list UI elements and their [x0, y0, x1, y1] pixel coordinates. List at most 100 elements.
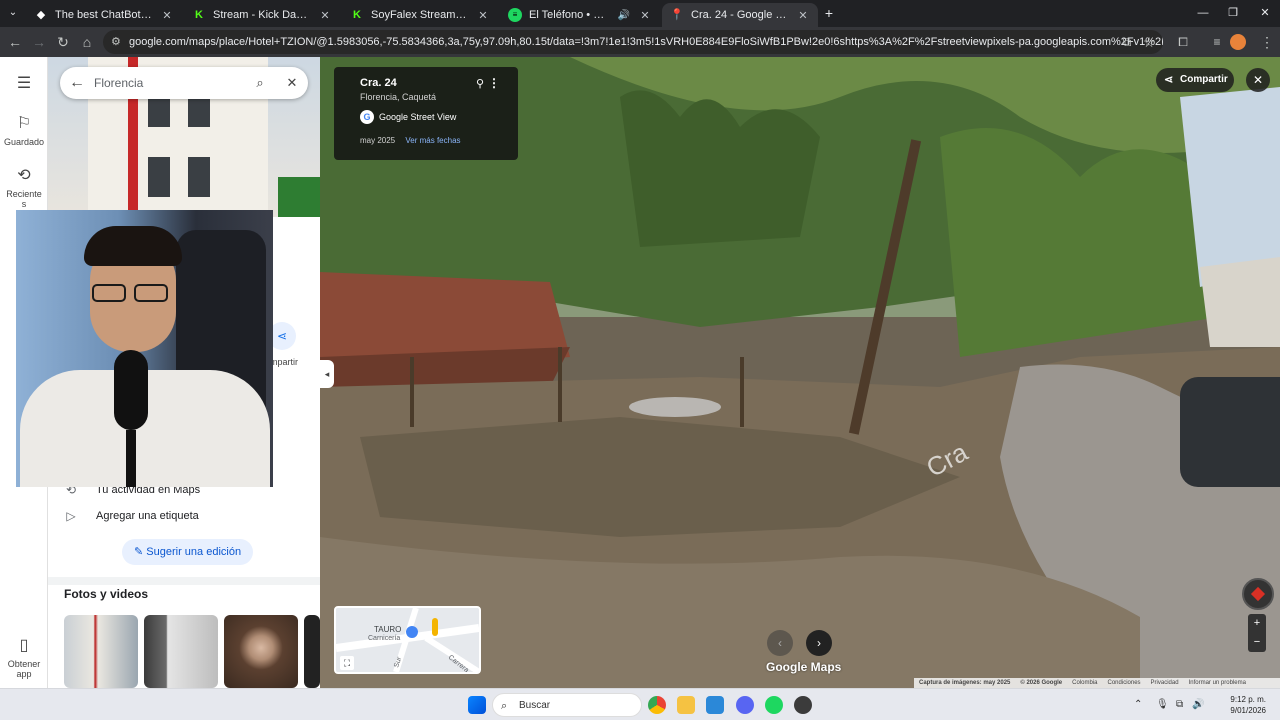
clear-icon[interactable]: ✕: [276, 75, 308, 91]
report-link[interactable]: Informar un problema: [1189, 680, 1246, 686]
spotify-icon[interactable]: [765, 696, 783, 714]
label-icon: ▷: [66, 509, 76, 523]
browser-tab[interactable]: K SoyFalex Stream - Watch Live o ✕: [342, 3, 498, 27]
discord-icon[interactable]: [736, 696, 754, 714]
speaker-icon[interactable]: 🔊: [617, 10, 631, 21]
share-button-label: Compartir: [1180, 74, 1228, 85]
forward-icon[interactable]: →: [28, 31, 50, 53]
zoom-out-button[interactable]: −: [1248, 633, 1266, 652]
minimap[interactable]: TAURO Carnicería Sur Carrera ⛶: [334, 606, 481, 674]
webcam-overlay: [16, 210, 273, 487]
browser-tab-strip: ⌄ ◆ The best ChatBot and Widgets ✕ K Str…: [0, 0, 1280, 27]
maps-search-box[interactable]: ← Florencia ⌕ ✕: [60, 67, 308, 99]
extensions-icon[interactable]: ⧠: [1172, 31, 1194, 53]
maps-pin-icon: 📍: [670, 9, 684, 21]
windows-start-icon[interactable]: [468, 696, 486, 714]
reading-list-icon[interactable]: ≡: [1206, 31, 1228, 53]
close-tab-icon[interactable]: ✕: [476, 9, 490, 22]
add-label-row[interactable]: ▷ Agregar una etiqueta: [64, 509, 199, 523]
country-link[interactable]: Colombia: [1072, 680, 1097, 686]
compass-icon[interactable]: [1242, 578, 1274, 610]
close-tab-icon[interactable]: ✕: [638, 9, 652, 22]
system-clock[interactable]: 9:12 p. m. 9/01/2026: [1210, 694, 1266, 716]
search-icon[interactable]: ⌕: [244, 75, 276, 91]
minimap-label: Carnicería: [368, 635, 400, 642]
volume-icon[interactable]: 🔊: [1192, 699, 1204, 710]
rail-recent[interactable]: ⟲ Reciente s: [0, 165, 48, 209]
search-icon: ⌕: [501, 700, 508, 712]
next-arrow-button[interactable]: ›: [806, 630, 832, 656]
share-icon: ⋖: [1164, 74, 1174, 86]
collapse-panel-button[interactable]: ◂: [320, 360, 334, 388]
suggest-edit-button[interactable]: ✎ Sugerir una edición: [122, 539, 254, 565]
more-dates-link[interactable]: Ver más fechas: [405, 136, 460, 145]
google-logo-icon: G: [360, 110, 374, 124]
zoom-in-button[interactable]: +: [1248, 614, 1266, 633]
tab-title: Cra. 24 - Google Maps: [691, 9, 789, 21]
tab-title: Stream - Kick Dashboard: [213, 9, 311, 21]
file-explorer-icon[interactable]: [677, 696, 695, 714]
tab-title: SoyFalex Stream - Watch Live o: [371, 9, 469, 21]
address-bar[interactable]: ⚙ google.com/maps/place/Hotel+TZION/@1.5…: [103, 30, 1163, 54]
install-app-icon[interactable]: ⧉: [1116, 31, 1138, 53]
rail-recent-label-2: s: [21, 199, 27, 209]
browser-tab[interactable]: K Stream - Kick Dashboard ✕: [184, 3, 340, 27]
taskbar-search-placeholder: Buscar: [519, 700, 551, 711]
fullscreen-icon[interactable]: ⛶: [340, 656, 354, 670]
browser-tab[interactable]: ≡ El Teléfono • Héctor "El Fath 🔊 ✕: [500, 3, 660, 27]
rail-saved[interactable]: ⚐ Guardado: [0, 113, 48, 147]
store-icon[interactable]: [706, 696, 724, 714]
photo-thumbnail[interactable]: [304, 615, 320, 688]
new-tab-button[interactable]: +: [818, 2, 840, 24]
close-tab-icon[interactable]: ✕: [160, 9, 174, 22]
close-street-view-button[interactable]: ✕: [1246, 68, 1270, 92]
pencil-icon: ✎: [134, 546, 144, 558]
close-tab-icon[interactable]: ✕: [796, 9, 810, 22]
browser-tab-active[interactable]: 📍 Cra. 24 - Google Maps ✕: [662, 3, 818, 27]
kick-icon: K: [353, 9, 361, 21]
chrome-icon[interactable]: [648, 696, 666, 714]
network-icon[interactable]: ⧉: [1176, 699, 1183, 710]
site-info-icon[interactable]: ⚙: [111, 30, 121, 54]
back-arrow-icon[interactable]: ←: [60, 74, 94, 92]
obs-icon[interactable]: [794, 696, 812, 714]
location-pin-icon[interactable]: ⚲: [476, 77, 484, 90]
back-icon[interactable]: ←: [4, 31, 26, 53]
share-button[interactable]: ⋖ Compartir: [1156, 68, 1234, 92]
rail-recent-label: Reciente: [6, 189, 42, 199]
close-tab-icon[interactable]: ✕: [318, 9, 332, 22]
browser-tab[interactable]: ◆ The best ChatBot and Widgets ✕: [26, 3, 182, 27]
terms-link[interactable]: Condiciones: [1108, 680, 1141, 686]
menu-icon[interactable]: ☰: [0, 73, 48, 93]
photo-thumbnail[interactable]: [64, 615, 138, 688]
photo-thumbnail[interactable]: [144, 615, 218, 688]
browser-menu-icon[interactable]: ⋮: [1256, 31, 1278, 53]
clock-date: 9/01/2026: [1230, 706, 1266, 715]
home-icon[interactable]: ⌂: [76, 31, 98, 53]
url-text: google.com/maps/place/Hotel+TZION/@1.598…: [129, 36, 1163, 48]
street-view-brand: Google Street View: [379, 112, 457, 122]
rail-get-app[interactable]: ▯ Obtener app: [0, 635, 48, 679]
previous-arrow-button[interactable]: ‹: [767, 630, 793, 656]
reload-icon[interactable]: ↻: [52, 31, 74, 53]
bookmark-icon: ⚐: [16, 115, 32, 132]
tab-search-icon[interactable]: ⌄: [2, 2, 24, 24]
privacy-link[interactable]: Privacidad: [1151, 680, 1179, 686]
windows-taskbar: ⌕ Buscar ⌃ 🎙 ⧉ 🔊 9:12 p. m. 9/01/2026: [0, 688, 1280, 720]
minimap-label: TAURO: [374, 625, 401, 634]
bookmark-star-icon[interactable]: ☆: [1138, 31, 1160, 53]
profile-avatar[interactable]: [1230, 34, 1246, 50]
search-input[interactable]: Florencia: [94, 76, 244, 90]
more-options-icon[interactable]: ⋮: [488, 76, 500, 90]
capture-date: may 2025: [360, 136, 396, 145]
minimize-icon[interactable]: —: [1192, 2, 1214, 24]
photos-title: Fotos y videos: [64, 587, 149, 601]
add-label-text: Agregar una etiqueta: [96, 510, 199, 522]
restore-icon[interactable]: ❐: [1222, 2, 1244, 24]
photo-thumbnail[interactable]: [224, 615, 298, 688]
taskbar-search[interactable]: ⌕ Buscar: [492, 693, 642, 717]
share-label[interactable]: mpartir: [270, 357, 298, 367]
microphone-icon[interactable]: 🎙: [1156, 699, 1169, 710]
tray-chevron-icon[interactable]: ⌃: [1134, 699, 1142, 710]
close-window-icon[interactable]: ✕: [1254, 2, 1276, 24]
